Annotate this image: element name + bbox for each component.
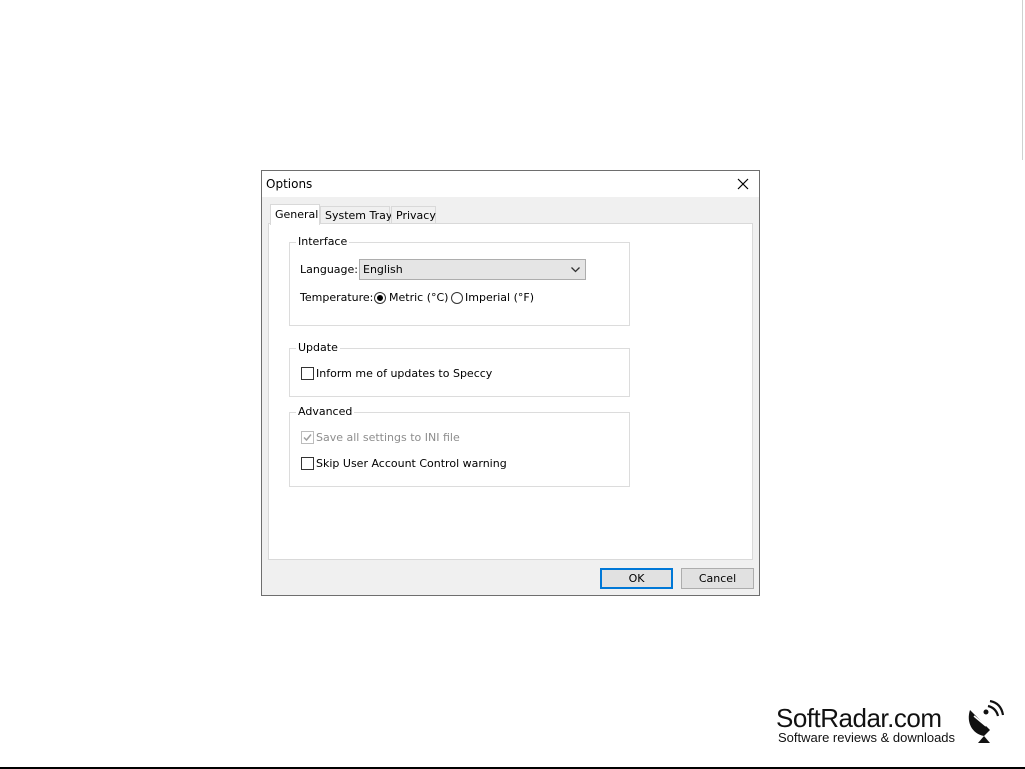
temperature-label: Temperature: <box>300 291 374 304</box>
metric-radio[interactable] <box>374 292 386 304</box>
inform-updates-checkbox[interactable] <box>301 367 314 380</box>
save-ini-checkbox <box>301 431 314 444</box>
chevron-down-icon <box>571 267 580 273</box>
close-icon <box>737 178 749 190</box>
tab-general-label: General <box>275 208 319 221</box>
watermark-tagline: Software reviews & downloads <box>778 730 956 745</box>
dialog-titlebar[interactable]: Options <box>262 171 759 197</box>
inform-updates-label[interactable]: Inform me of updates to Speccy <box>316 367 492 381</box>
watermark-name: SoftRadar.com <box>776 703 942 733</box>
language-select[interactable]: English <box>359 259 586 280</box>
update-legend: Update <box>296 341 340 355</box>
metric-radio-label[interactable]: Metric (°C) <box>389 291 448 305</box>
advanced-legend: Advanced <box>296 405 355 419</box>
update-group: Update Inform me of updates to Speccy <box>289 341 630 397</box>
close-button[interactable] <box>727 171 759 197</box>
ok-button[interactable]: OK <box>600 568 673 589</box>
language-label: Language: <box>300 263 358 276</box>
skip-uac-checkbox[interactable] <box>301 457 314 470</box>
options-dialog: Options General System Tray Privacy Inte… <box>261 170 760 596</box>
satellite-dish-icon <box>968 700 1004 743</box>
tab-privacy-label: Privacy <box>396 209 436 222</box>
interface-group: Interface Language: English Temperature:… <box>289 235 630 326</box>
checkmark-icon <box>303 434 312 442</box>
window-edge <box>1022 0 1023 160</box>
tab-system-tray-label: System Tray <box>325 209 393 222</box>
imperial-radio-label[interactable]: Imperial (°F) <box>465 291 534 305</box>
general-tab-panel: Interface Language: English Temperature:… <box>268 223 753 560</box>
skip-uac-label[interactable]: Skip User Account Control warning <box>316 457 507 471</box>
dialog-title: Options <box>266 177 313 191</box>
cancel-button[interactable]: Cancel <box>681 568 754 589</box>
interface-legend: Interface <box>296 235 350 249</box>
advanced-group: Advanced Save all settings to INI file S… <box>289 405 630 487</box>
save-ini-label: Save all settings to INI file <box>316 431 460 444</box>
language-select-value: English <box>363 263 403 276</box>
tab-general[interactable]: General <box>270 204 320 225</box>
imperial-radio[interactable] <box>451 292 463 304</box>
